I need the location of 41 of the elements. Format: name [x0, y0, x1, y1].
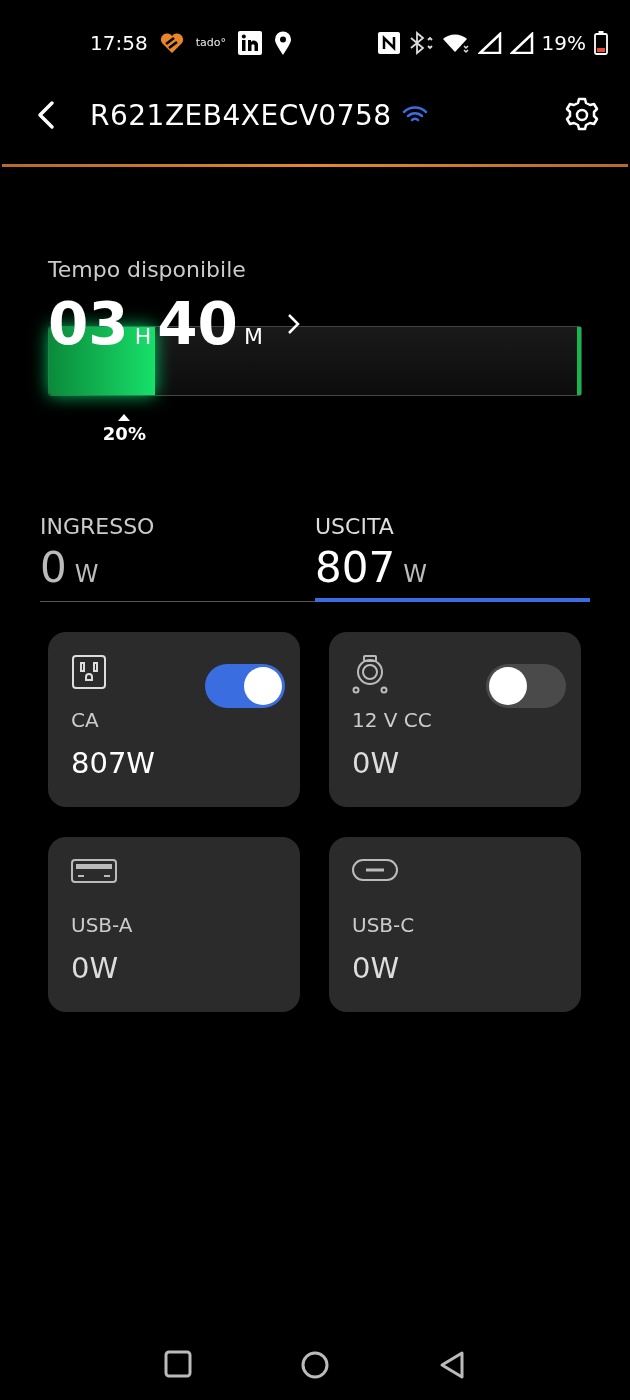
tado-logo: tado°: [195, 36, 226, 49]
power-tab[interactable]: USCITA 807 W: [315, 514, 590, 602]
back-icon[interactable]: [438, 1350, 466, 1380]
output-power: 0W: [352, 951, 401, 985]
clock: 17:58: [90, 30, 148, 55]
output-name: USB-A: [71, 913, 134, 937]
signal-icon: [509, 31, 534, 54]
output-power: 807W: [71, 746, 157, 780]
settings-icon[interactable]: [564, 97, 600, 133]
hours-unit: H: [134, 324, 152, 349]
output-name: 12 V CC: [352, 708, 433, 732]
home-icon[interactable]: [300, 1350, 330, 1380]
heart-icon: [159, 31, 184, 54]
output-power: 0W: [352, 746, 401, 780]
hours-value: 03: [48, 294, 129, 354]
signal-icon: [477, 31, 502, 54]
usb-a-port-icon: [71, 859, 117, 883]
usb-c-port-icon: [352, 859, 398, 881]
back-icon[interactable]: [36, 100, 56, 130]
nfc-icon: [377, 31, 400, 54]
output-name: CA: [71, 708, 100, 732]
toggle-switch[interactable]: [205, 664, 285, 708]
power-tab[interactable]: INGRESSO 0 W: [40, 514, 315, 602]
wifi-icon: [441, 31, 470, 54]
battery-percentage: 19%: [541, 30, 586, 55]
outlet-icon: [71, 654, 107, 690]
chevron-right-icon[interactable]: [286, 313, 301, 335]
output-name: USB-C: [352, 913, 416, 937]
triangle-up-icon: [118, 414, 131, 421]
location-pin-icon: [273, 30, 292, 55]
output-power: 0W: [71, 951, 120, 985]
battery-percentage: 20%: [102, 423, 146, 444]
recents-icon[interactable]: [164, 1350, 192, 1378]
minutes-unit: M: [244, 324, 263, 349]
runtime-label: Tempo disponibile: [48, 257, 247, 282]
minutes-value: 40: [157, 294, 238, 354]
linkedin-icon: [237, 30, 262, 55]
car-socket-icon: [352, 654, 388, 694]
battery-icon: [594, 30, 608, 55]
toggle-switch[interactable]: [486, 664, 566, 708]
device-title: R621ZEB4XECV0758: [90, 98, 392, 132]
